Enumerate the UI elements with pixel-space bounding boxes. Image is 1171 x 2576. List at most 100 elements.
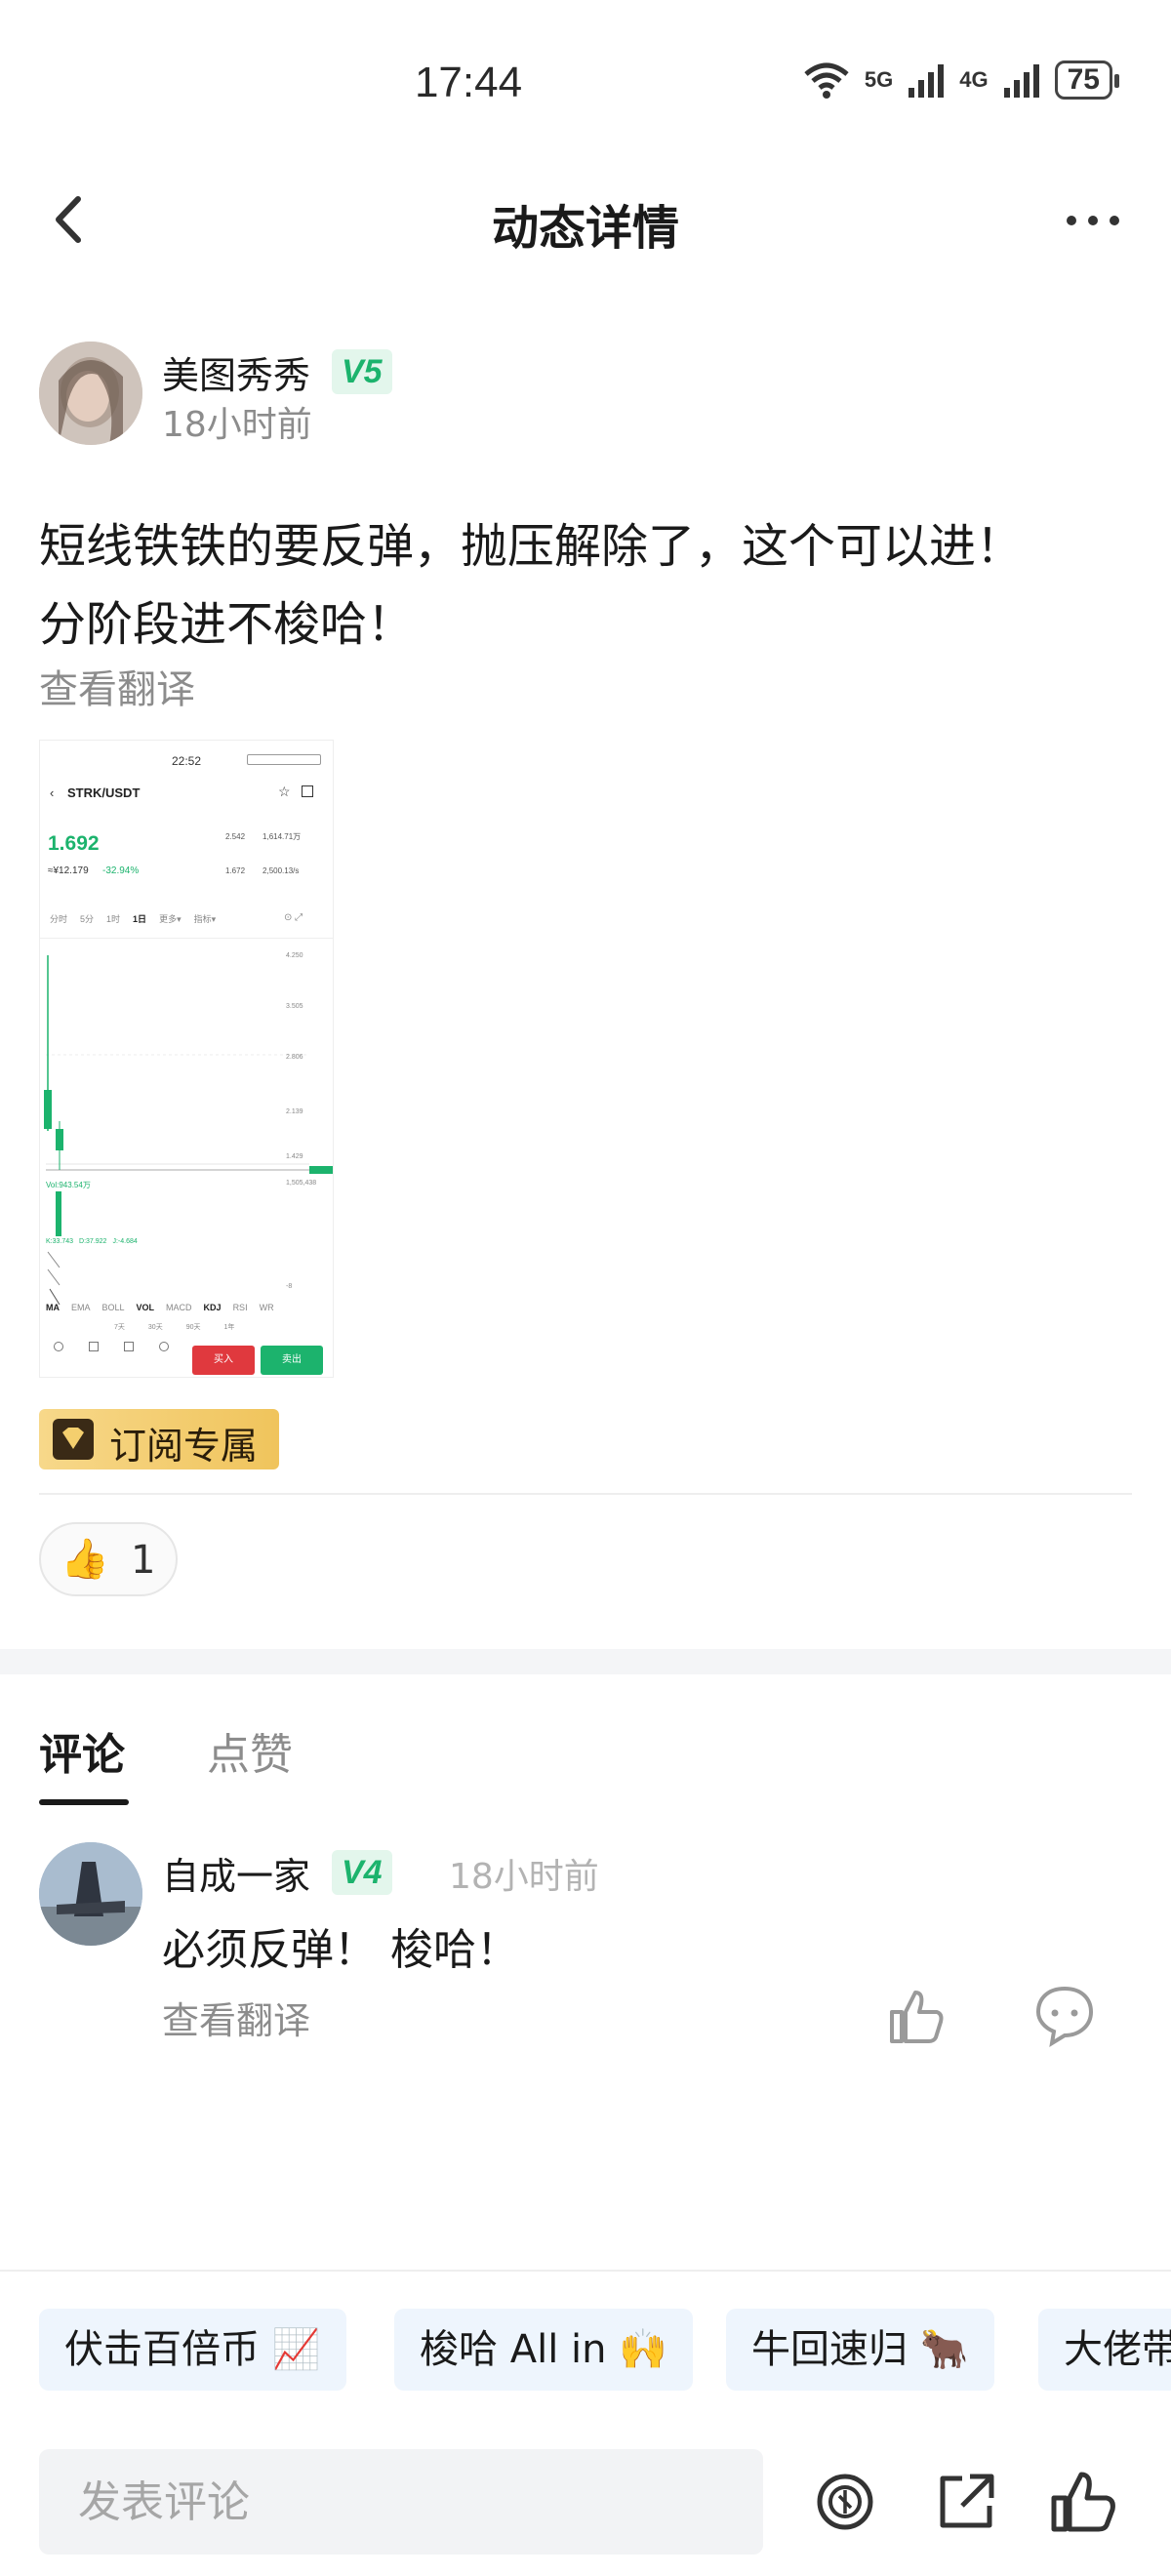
- translate-link[interactable]: 查看翻译: [39, 658, 195, 714]
- thumb-range-tab: 5分: [80, 914, 95, 924]
- thumb-period: 90天: [185, 1324, 201, 1331]
- translate-link[interactable]: 查看翻译: [162, 1991, 310, 2044]
- coin-icon: [817, 2474, 873, 2530]
- comment-like-button[interactable]: [882, 1983, 949, 2049]
- thumb-stat-value: 1,614.71万: [262, 832, 302, 841]
- tab-comments[interactable]: 评论: [39, 1719, 125, 1782]
- thumb-periods: 7天 30天 90天 1年: [114, 1322, 234, 1332]
- thumb-share-icon: [302, 785, 313, 797]
- avatar[interactable]: [39, 342, 142, 445]
- author-name[interactable]: 美图秀秀: [162, 345, 310, 399]
- quick-reply-bar: 伏击百倍币 📈 梭哈 All in 🙌 牛回速归 🐂 大佬带: [0, 2270, 1171, 2396]
- thumb-axis-value: 2.139: [286, 1108, 303, 1115]
- thumb-period: 30天: [147, 1324, 163, 1331]
- chat-bubble-icon: [1035, 1986, 1094, 2048]
- thumb-kdj-value: J:-4.684: [112, 1238, 138, 1245]
- thumb-buy-button: 买入: [192, 1346, 255, 1375]
- post-image[interactable]: 22:52 ‹ STRK/USDT ☆ 1.692 ≈¥12.179 -32.9…: [39, 740, 334, 1378]
- nav-bar: 动态详情: [0, 166, 1171, 273]
- thumb-range-tab: 1时: [106, 914, 121, 924]
- thumb-back-icon: ‹: [50, 785, 55, 800]
- thumb-axis-value: 1.429: [286, 1153, 303, 1160]
- thumbs-up-icon: [1051, 2472, 1115, 2532]
- thumb-toolbar-icon: [124, 1342, 134, 1351]
- thumb-axis-value: 4.250: [286, 952, 303, 959]
- page-title: 动态详情: [491, 201, 679, 256]
- comment-author[interactable]: 自成一家: [162, 1846, 310, 1900]
- thumb-range-tab: 分时: [50, 914, 68, 924]
- thumb-period: 1年: [223, 1324, 235, 1331]
- battery-icon: 75: [1054, 60, 1120, 100]
- thumb-indicator: VOL: [136, 1303, 155, 1312]
- thumb-vol-label: Vol:943.54万: [46, 1181, 91, 1189]
- status-time: 17:44: [414, 59, 523, 106]
- thumb-cny-price: ≈¥12.179: [48, 865, 89, 876]
- thumb-settings-icon: ⊙ ⤢: [284, 912, 303, 923]
- thumb-toolbar-icon: [89, 1342, 99, 1351]
- thumb-toolbar-icon: [159, 1342, 169, 1351]
- level-badge: V4: [332, 1850, 392, 1895]
- status-bar: 17:44 5G 4G 75: [0, 0, 1171, 166]
- thumbs-up-emoji-icon: 👍: [61, 1537, 109, 1582]
- thumb-kdj-value: K:33.743: [46, 1238, 74, 1245]
- like-button[interactable]: [1044, 2463, 1122, 2541]
- comment-reply-button[interactable]: [1030, 1981, 1099, 2049]
- post-text-line: 分阶段进不梭哈！: [39, 597, 415, 652]
- avatar[interactable]: [39, 1842, 142, 1946]
- comment-input[interactable]: [39, 2449, 763, 2555]
- thumb-indicator: MACD: [166, 1303, 192, 1312]
- signal-icon: [1003, 64, 1039, 98]
- post-author: 美图秀秀 V5 18小时前: [39, 342, 1132, 449]
- tab-likes[interactable]: 点赞: [207, 1719, 293, 1782]
- tip-button[interactable]: [806, 2463, 884, 2541]
- thumb-indicator: EMA: [71, 1303, 91, 1312]
- thumb-range-tab: 更多▾: [159, 914, 182, 924]
- post-text-line: 短线铁铁的要反弹，抛压解除了，这个可以进！: [39, 519, 1024, 574]
- thumb-range-tab: 1日: [133, 914, 147, 924]
- quick-reply-chip[interactable]: 大佬带: [1038, 2309, 1171, 2391]
- thumb-status-icons: [247, 754, 321, 765]
- thumb-indicator: BOLL: [101, 1303, 125, 1312]
- thumb-stat-value: 2.542: [225, 832, 246, 841]
- level-badge: V5: [332, 349, 392, 394]
- quick-reply-chip[interactable]: 牛回速归 🐂: [726, 2309, 994, 2391]
- thumb-indicator: KDJ: [203, 1303, 222, 1312]
- comment-bar: [0, 2430, 1171, 2576]
- thumb-range-tab: 指标▾: [193, 914, 217, 924]
- thumb-indicator-tabs: MA EMA BOLL VOL MACD KDJ RSI WR: [46, 1303, 274, 1312]
- thumb-stat-value: 2,500.13/s: [262, 866, 300, 875]
- post-time: 18小时前: [162, 405, 312, 445]
- share-icon: [940, 2474, 994, 2528]
- subscription-badge[interactable]: 订阅专属: [39, 1409, 279, 1469]
- thumb-price: 1.692: [48, 832, 100, 855]
- more-button[interactable]: [1054, 185, 1132, 254]
- thumb-range-tabs: 分时 5分 1时 1日 更多▾ 指标▾: [50, 912, 216, 925]
- thumb-indicator: MA: [46, 1303, 60, 1312]
- share-button[interactable]: [927, 2463, 1005, 2541]
- reaction-button[interactable]: 👍 1: [39, 1522, 178, 1596]
- reaction-count: 1: [131, 1538, 156, 1583]
- diamond-icon: [53, 1419, 94, 1460]
- thumb-toolbar-icon: [54, 1342, 63, 1351]
- quick-reply-chip[interactable]: 伏击百倍币 📈: [39, 2309, 346, 2391]
- subscription-label: 订阅专属: [109, 1425, 259, 1468]
- thumb-indicator: WR: [259, 1303, 274, 1312]
- thumb-axis-value: 3.505: [286, 1003, 303, 1010]
- tab-underline: [39, 1799, 129, 1805]
- thumb-kdj-axis: -8: [286, 1283, 293, 1290]
- wifi-icon: [804, 62, 849, 99]
- thumb-stats: 2.542 1,614.71万 1.672 2,500.13/s: [225, 828, 301, 879]
- thumb-change: -32.94%: [102, 865, 140, 876]
- thumb-vol-axis: 1,505,438: [286, 1180, 317, 1187]
- section-separator: [0, 1649, 1171, 1674]
- quick-reply-chip[interactable]: 梭哈 All in 🙌: [394, 2309, 694, 2391]
- thumb-divider: [40, 938, 333, 939]
- more-dots-icon: [1067, 216, 1119, 225]
- signal-icon: [909, 64, 945, 98]
- divider: [39, 1493, 1132, 1495]
- thumb-kdj-value: D:37.922: [79, 1238, 107, 1245]
- thumb-pair: STRK/USDT: [67, 785, 141, 800]
- network-5g-label: 5G: [864, 67, 894, 92]
- thumb-period: 7天: [114, 1324, 125, 1331]
- thumb-vol-bar: [56, 1191, 61, 1236]
